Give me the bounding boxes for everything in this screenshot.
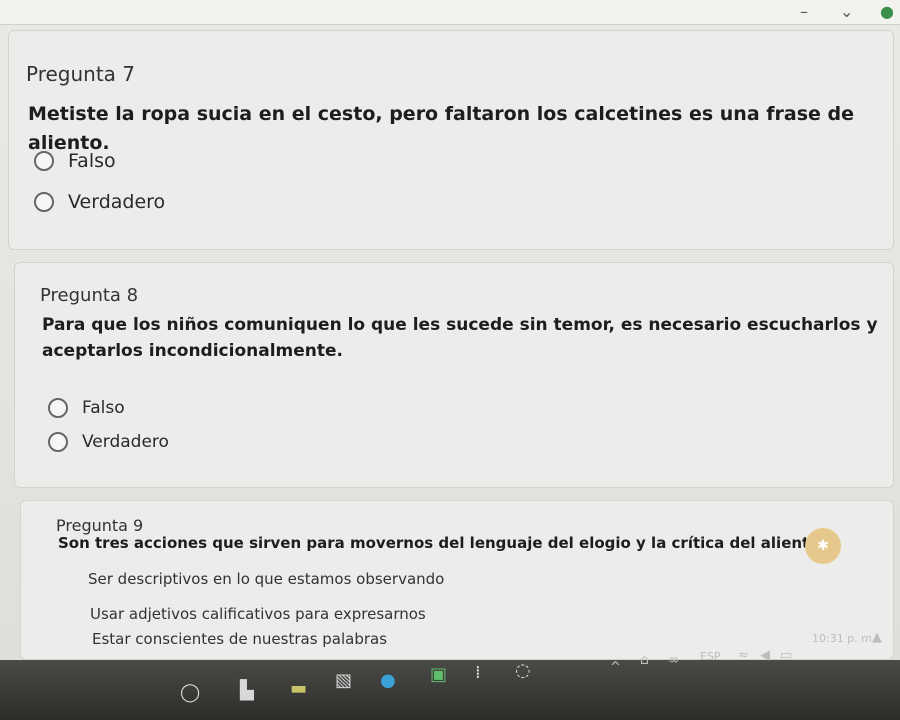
network-icon[interactable]: ⌂ [640,652,649,668]
link-icon[interactable]: ∞ [668,652,680,668]
search-icon[interactable]: ◯ [180,682,200,703]
browser-page: – ⌄ ● Pregunta 7 Metiste la ropa sucia e… [0,0,900,660]
wifi-icon[interactable]: ≈ [738,648,749,663]
close-icon[interactable]: ● [880,2,894,21]
radio-icon[interactable] [34,192,54,212]
question-number: Pregunta 7 [26,62,136,86]
app-icon[interactable]: ⁞ [475,662,481,683]
option-label: Falso [68,150,116,172]
battery-icon[interactable]: ▭ [780,648,792,663]
taskbar: ◯ ▙ ▬ ▧ ● ▣ ⁞ ◌ ^ ⌂ ∞ ESP ≈ ◀ ▭ 10:31 p.… [0,630,900,720]
option-label: Verdadero [82,432,169,452]
chevron-up-icon[interactable]: ^ [610,660,621,675]
language-indicator[interactable]: ESP [700,650,721,663]
volume-icon[interactable]: ◀ [760,648,770,663]
option-falso-8[interactable]: Falso [48,398,125,418]
folder-icon[interactable]: ▬ [290,678,307,699]
question-text: Metiste la ropa sucia en el cesto, pero … [28,103,855,155]
option-label: Verdadero [68,191,166,213]
option-text[interactable]: Estar conscientes de nuestras palabras [92,630,387,648]
app-icon[interactable]: ▧ [335,670,352,691]
option-falso-7[interactable]: Falso [34,150,116,172]
option-verdadero-8[interactable]: Verdadero [48,432,169,452]
window-top-bar: – ⌄ ● [0,0,900,25]
question-card-8 [14,262,894,488]
browser-icon[interactable]: ● [380,670,396,691]
option-text[interactable]: Usar adjetivos calificativos para expres… [90,605,426,623]
notification-icon[interactable]: ▲ [872,630,882,645]
minimize-icon[interactable]: – [800,2,808,21]
question-number: Pregunta 8 [40,285,139,306]
radio-icon[interactable] [34,151,54,171]
help-badge[interactable]: ✱ [805,528,841,564]
radio-icon[interactable] [48,432,68,452]
maximize-icon[interactable]: ⌄ [840,2,853,21]
option-verdadero-7[interactable]: Verdadero [34,191,165,213]
task-view-icon[interactable]: ▙ [240,680,254,701]
clock[interactable]: 10:31 p. m. [812,632,875,645]
option-label: Falso [82,398,125,418]
radio-icon[interactable] [48,398,68,418]
question-text: Son tres acciones que sirven para movern… [58,534,826,552]
question-text: Para que los niños comuniquen lo que les… [42,315,878,362]
option-text[interactable]: Ser descriptivos en lo que estamos obser… [88,570,444,588]
whatsapp-icon[interactable]: ◌ [515,660,531,681]
store-icon[interactable]: ▣ [430,664,447,685]
